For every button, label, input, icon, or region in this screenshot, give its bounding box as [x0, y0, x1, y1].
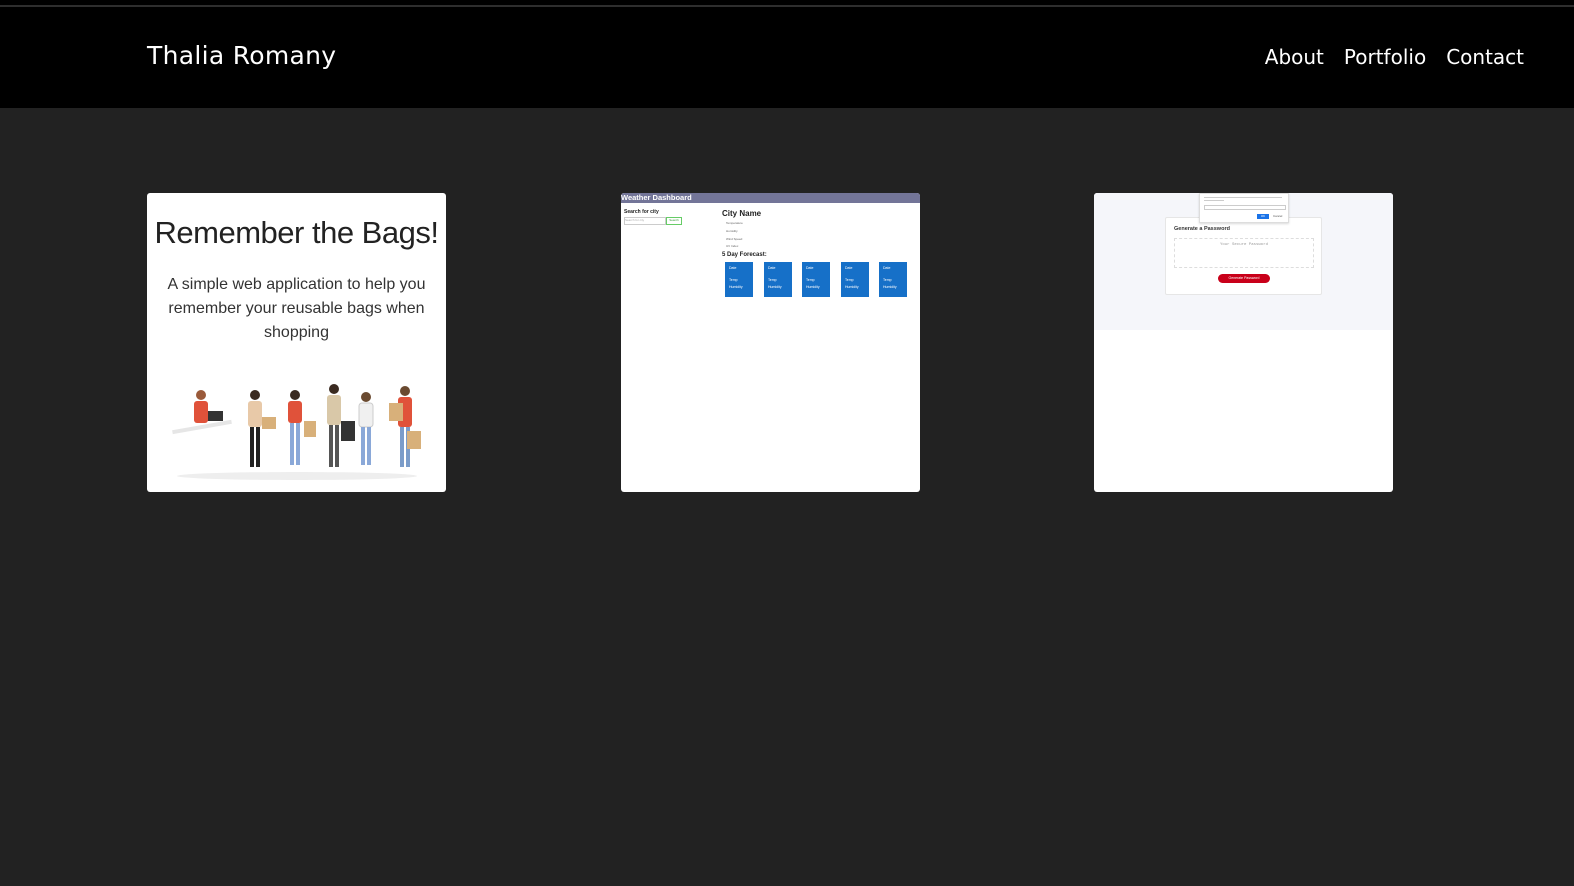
forecast-day-card: Date Temp Humidity — [725, 262, 753, 297]
password-prompt-dialog: OK Cancel — [1199, 193, 1289, 223]
forecast-day-card: Date Temp Humidity — [879, 262, 907, 297]
weather-app-title: Weather Dashboard — [621, 193, 692, 202]
project-card-remember-bags[interactable]: Remember the Bags! A simple web applicat… — [147, 193, 446, 492]
weather-stat: UV Index — [726, 244, 739, 248]
dialog-ok-button: OK — [1257, 214, 1269, 219]
weather-search-input: Search for city — [624, 217, 666, 225]
project-description: A simple web application to help you rem… — [167, 276, 426, 341]
weather-stat: Temperature — [726, 221, 743, 225]
weather-search-button: Search — [666, 217, 682, 225]
password-title: Generate a Password — [1174, 226, 1230, 232]
weather-stat: Humidity — [726, 229, 738, 233]
weather-app-header: Weather Dashboard — [621, 193, 920, 203]
weather-stat: Wind Speed — [726, 237, 743, 241]
project-card-password-generator[interactable]: Generate a Password Your Secure Password… — [1094, 193, 1393, 492]
top-border — [0, 0, 1574, 7]
forecast-day-card: Date Temp Humidity — [802, 262, 830, 297]
password-output: Your Secure Password — [1174, 238, 1314, 268]
password-generator-panel: Generate a Password Your Secure Password… — [1165, 217, 1322, 295]
site-header: Thalia Romany About Portfolio Contact — [0, 7, 1574, 108]
main-nav: About Portfolio Contact — [1265, 45, 1524, 69]
weather-city-name: City Name — [722, 209, 762, 218]
nav-contact-link[interactable]: Contact — [1446, 45, 1524, 69]
project-card-weather-dashboard[interactable]: Weather Dashboard Search for city Search… — [621, 193, 920, 492]
shoppers-illustration — [172, 384, 421, 480]
forecast-day-card: Date Temp Humidity — [764, 262, 792, 297]
forecast-day-card: Date Temp Humidity — [841, 262, 869, 297]
project-title: Remember the Bags! — [154, 215, 439, 250]
generate-password-button: Generate Password — [1218, 274, 1270, 283]
dialog-cancel-button: Cancel — [1273, 214, 1283, 218]
weather-search-label: Search for city — [624, 209, 659, 215]
weather-forecast-title: 5 Day Forecast: — [722, 252, 767, 258]
brand-name[interactable]: Thalia Romany — [147, 41, 336, 70]
nav-about-link[interactable]: About — [1265, 45, 1324, 69]
nav-portfolio-link[interactable]: Portfolio — [1344, 45, 1426, 69]
